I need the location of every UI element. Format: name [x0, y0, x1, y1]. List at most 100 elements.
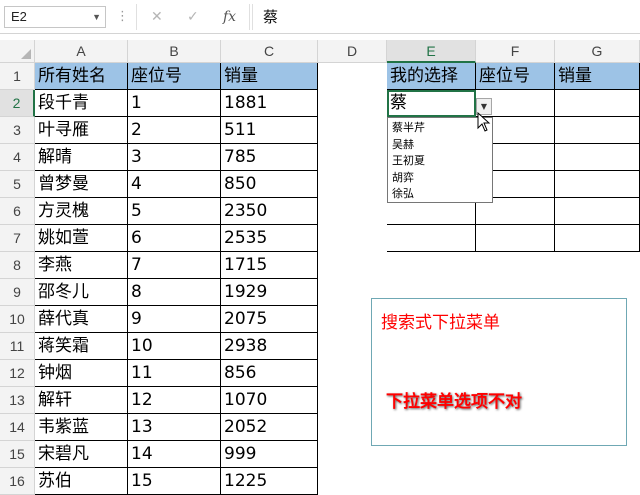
- table-cell[interactable]: 叶寻雁: [35, 117, 128, 144]
- row-header-12[interactable]: 12: [0, 360, 35, 387]
- column-header-b[interactable]: B: [128, 40, 221, 63]
- table-cell[interactable]: 解晴: [35, 144, 128, 171]
- table-cell[interactable]: 李燕: [35, 252, 128, 279]
- lookup-cell[interactable]: [555, 90, 640, 117]
- formula-input[interactable]: 蔡: [252, 4, 640, 30]
- row-header-7[interactable]: 7: [0, 225, 35, 252]
- table-cell[interactable]: 1929: [221, 279, 318, 306]
- table-header-cell[interactable]: 销量: [221, 63, 318, 90]
- insert-function-icon[interactable]: fx: [223, 6, 236, 28]
- column-header-c[interactable]: C: [221, 40, 318, 63]
- table-header-cell[interactable]: 所有姓名: [35, 63, 128, 90]
- row-header-4[interactable]: 4: [0, 144, 35, 171]
- table-cell[interactable]: 5: [128, 198, 221, 225]
- table-cell[interactable]: 12: [128, 387, 221, 414]
- table-cell[interactable]: 850: [221, 171, 318, 198]
- table-cell[interactable]: 薛代真: [35, 306, 128, 333]
- name-box[interactable]: E2 ▼: [4, 6, 106, 28]
- row-header-14[interactable]: 14: [0, 414, 35, 441]
- table-cell[interactable]: 2075: [221, 306, 318, 333]
- table-cell[interactable]: 10: [128, 333, 221, 360]
- table-cell[interactable]: 14: [128, 441, 221, 468]
- table-cell[interactable]: 15: [128, 468, 221, 495]
- drag-handle-icon[interactable]: ⋮: [116, 6, 129, 28]
- row-header-2[interactable]: 2: [0, 90, 35, 117]
- table-cell[interactable]: 2052: [221, 414, 318, 441]
- lookup-cell[interactable]: [476, 225, 555, 252]
- column-header-a[interactable]: A: [35, 40, 128, 63]
- row-header-11[interactable]: 11: [0, 333, 35, 360]
- table-cell[interactable]: 2535: [221, 225, 318, 252]
- row-header-9[interactable]: 9: [0, 279, 35, 306]
- table-cell[interactable]: 钟烟: [35, 360, 128, 387]
- table-cell[interactable]: 8: [128, 279, 221, 306]
- row-header-10[interactable]: 10: [0, 306, 35, 333]
- table-cell[interactable]: 6: [128, 225, 221, 252]
- formula-bar: E2 ▼ ⋮ ✕ ✓ fx 蔡: [0, 0, 640, 34]
- row-header-13[interactable]: 13: [0, 387, 35, 414]
- lookup-header-cell[interactable]: 销量: [555, 63, 640, 90]
- table-cell[interactable]: 解轩: [35, 387, 128, 414]
- select-all-corner[interactable]: [0, 40, 35, 63]
- table-cell[interactable]: 方灵槐: [35, 198, 128, 225]
- table-cell[interactable]: 1881: [221, 90, 318, 117]
- table-cell[interactable]: 511: [221, 117, 318, 144]
- table-cell[interactable]: 1070: [221, 387, 318, 414]
- table-cell[interactable]: 姚如萱: [35, 225, 128, 252]
- table-cell[interactable]: 785: [221, 144, 318, 171]
- row-header-8[interactable]: 8: [0, 252, 35, 279]
- lookup-cell[interactable]: [555, 171, 640, 198]
- row-header-15[interactable]: 15: [0, 441, 35, 468]
- enter-icon[interactable]: ✓: [187, 6, 199, 28]
- table-cell[interactable]: 苏伯: [35, 468, 128, 495]
- row-header-5[interactable]: 5: [0, 171, 35, 198]
- lookup-cell[interactable]: [555, 225, 640, 252]
- column-header-g[interactable]: G: [555, 40, 640, 63]
- lookup-cell[interactable]: [555, 144, 640, 171]
- textbox-note: 下拉菜单选项不对: [386, 392, 522, 412]
- worksheet-grid: ABCDEFG 1 2 3 4 5 6 7 8 9 10 11 12 13 14 15 16 所有姓名 座位号销…: [0, 40, 640, 495]
- column-header-f[interactable]: F: [476, 40, 555, 63]
- table-cell[interactable]: 曾梦曼: [35, 171, 128, 198]
- table-cell[interactable]: 2350: [221, 198, 318, 225]
- table-cell[interactable]: 1: [128, 90, 221, 117]
- lookup-header-cell[interactable]: 座位号: [476, 63, 555, 90]
- table-cell[interactable]: 4: [128, 171, 221, 198]
- lookup-cell[interactable]: [555, 198, 640, 225]
- table-cell[interactable]: 9: [128, 306, 221, 333]
- chevron-down-icon[interactable]: ▼: [92, 7, 101, 27]
- table-cell[interactable]: 2938: [221, 333, 318, 360]
- cancel-icon[interactable]: ✕: [151, 6, 163, 28]
- mouse-cursor-icon: [477, 112, 491, 132]
- row-header-3[interactable]: 3: [0, 117, 35, 144]
- table-cell[interactable]: 1715: [221, 252, 318, 279]
- table-cell[interactable]: 段千青: [35, 90, 128, 117]
- lookup-cell[interactable]: [555, 117, 640, 144]
- table-cell[interactable]: 蒋笑霜: [35, 333, 128, 360]
- dropdown-option[interactable]: 吴赫: [388, 137, 492, 154]
- table-cell[interactable]: 韦紫蓝: [35, 414, 128, 441]
- active-cell-e2[interactable]: [387, 90, 476, 117]
- table-cell[interactable]: 宋碧凡: [35, 441, 128, 468]
- annotation-textbox: 搜索式下拉菜单 下拉菜单选项不对: [371, 298, 627, 446]
- table-cell[interactable]: 1225: [221, 468, 318, 495]
- dropdown-option[interactable]: 徐弘: [388, 186, 492, 203]
- dropdown-option[interactable]: 王初夏: [388, 153, 492, 170]
- table-cell[interactable]: 13: [128, 414, 221, 441]
- row-header-16[interactable]: 16: [0, 468, 35, 495]
- column-header-d[interactable]: D: [318, 40, 387, 63]
- table-cell[interactable]: 邵冬儿: [35, 279, 128, 306]
- table-header-cell[interactable]: 座位号: [128, 63, 221, 90]
- table-cell[interactable]: 2: [128, 117, 221, 144]
- table-cell[interactable]: 11: [128, 360, 221, 387]
- row-header-1[interactable]: 1: [0, 63, 35, 90]
- table-cell[interactable]: 856: [221, 360, 318, 387]
- lookup-header-cell[interactable]: 我的选择: [387, 63, 476, 90]
- lookup-cell[interactable]: [387, 225, 476, 252]
- row-header-6[interactable]: 6: [0, 198, 35, 225]
- table-cell[interactable]: 7: [128, 252, 221, 279]
- table-cell[interactable]: 999: [221, 441, 318, 468]
- column-header-e[interactable]: E: [387, 40, 476, 63]
- dropdown-option[interactable]: 胡弈: [388, 170, 492, 187]
- table-cell[interactable]: 3: [128, 144, 221, 171]
